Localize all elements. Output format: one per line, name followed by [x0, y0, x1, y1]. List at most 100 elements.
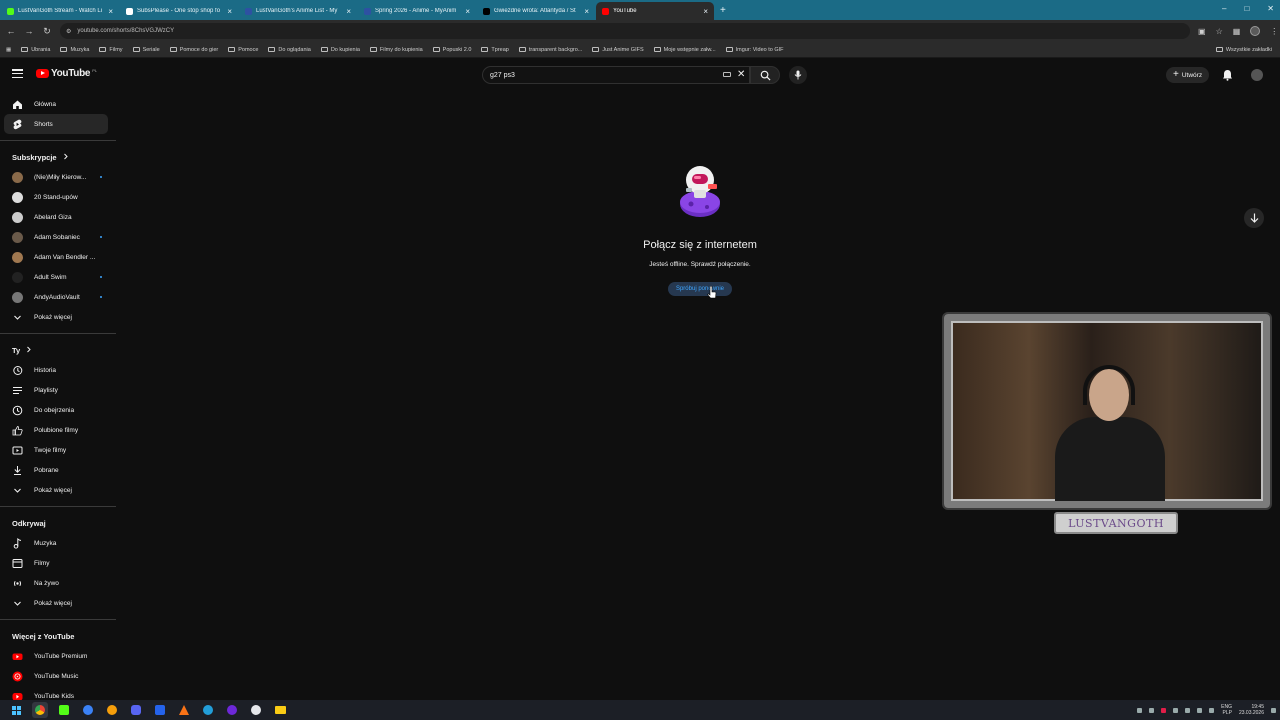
more-from-youtube-heading[interactable]: Więcej z YouTube — [0, 626, 116, 646]
sidebar-item-youtube-premium[interactable]: YouTube Premium — [4, 646, 108, 666]
language-indicator[interactable]: ENG PLP — [1221, 704, 1232, 716]
create-button[interactable]: + Utwórz — [1166, 67, 1210, 83]
system-clock[interactable]: 19:45 23.03.2026 — [1239, 704, 1264, 716]
bookmark-item[interactable]: Popuski 2.0 — [432, 47, 471, 53]
profile-icon[interactable] — [1250, 26, 1261, 36]
telegram-taskbar-icon[interactable] — [200, 702, 216, 718]
bookmark-item[interactable]: Seriale — [132, 47, 160, 53]
browser-taskbar-icon[interactable] — [80, 702, 96, 718]
all-bookmarks[interactable]: Wszystkie zakładki — [1215, 47, 1272, 53]
vlc-taskbar-icon[interactable] — [176, 702, 192, 718]
sidebar-subscription[interactable]: Adult Swim — [4, 267, 108, 287]
app3-taskbar-icon[interactable] — [248, 702, 264, 718]
browser-menu-icon[interactable]: ⋮ — [1270, 27, 1278, 36]
tray-app-icon[interactable] — [1161, 707, 1167, 713]
sidebar-item-movies[interactable]: Filmy — [4, 553, 108, 573]
sidebar-item-watch-later[interactable]: Do obejrzenia — [4, 400, 108, 420]
search-input[interactable]: g27 ps3 ✕ — [482, 66, 750, 84]
sidebar-subscription[interactable]: 20 Stand-upów — [4, 187, 108, 207]
bookmark-item[interactable]: Pomoce — [228, 47, 258, 53]
tray-app-icon[interactable] — [1173, 707, 1179, 713]
sidebar-subscription[interactable]: Abelard Giza — [4, 207, 108, 227]
site-info-icon[interactable]: ⚙ — [66, 28, 71, 35]
bookmark-item[interactable]: Do oglądania — [268, 47, 311, 53]
extensions-icon[interactable]: ▦ — [1233, 27, 1241, 36]
obs-taskbar-icon[interactable] — [224, 702, 240, 718]
sidebar-item-music[interactable]: Muzyka — [4, 533, 108, 553]
bookmark-item[interactable]: Ubrania — [21, 47, 50, 53]
back-icon[interactable]: ← — [4, 26, 18, 36]
sidebar-item-your-videos[interactable]: Twoje filmy — [4, 440, 108, 460]
sidebar-item-youtube-music[interactable]: YouTube Music — [4, 666, 108, 686]
close-tab-icon[interactable]: × — [346, 7, 351, 16]
close-tab-icon[interactable]: × — [108, 7, 113, 16]
bookmark-item[interactable]: transparent backgro... — [518, 47, 582, 53]
minimize-icon[interactable]: – — [1222, 4, 1226, 13]
retry-button[interactable]: Spróbuj ponownie — [667, 282, 733, 296]
explore-heading[interactable]: Odkrywaj — [0, 513, 116, 533]
network-icon[interactable] — [1197, 707, 1203, 713]
close-window-icon[interactable]: ✕ — [1267, 4, 1274, 13]
show-more-button[interactable]: Pokaż więcej — [4, 307, 108, 327]
bookmark-item[interactable]: Just Anime GIFS — [592, 47, 644, 53]
browser-tab[interactable]: LustVanGoth's Anime List - My × — [239, 2, 357, 20]
app2-taskbar-icon[interactable] — [152, 702, 168, 718]
bookmark-item[interactable]: Do kupienia — [320, 47, 360, 53]
maximize-icon[interactable]: □ — [1244, 4, 1249, 13]
address-bar[interactable]: ⚙ youtube.com/shorts/8ChsVGJWzCY — [60, 23, 1190, 39]
sidebar-item-history[interactable]: Historia — [4, 360, 108, 380]
youtube-logo[interactable]: YouTube PL — [36, 68, 97, 79]
you-heading[interactable]: Ty — [0, 340, 116, 360]
browser-tab[interactable]: Spring 2026 - Anime - MyAnim × — [358, 2, 476, 20]
clear-search-icon[interactable]: ✕ — [737, 69, 745, 80]
menu-icon[interactable] — [12, 69, 23, 78]
account-avatar[interactable] — [1251, 69, 1263, 81]
sidebar-subscription[interactable]: Adam Van Bendler ... — [4, 247, 108, 267]
volume-icon[interactable] — [1209, 707, 1215, 713]
kick-taskbar-icon[interactable] — [56, 702, 72, 718]
search-button[interactable] — [750, 66, 780, 84]
file-explorer-taskbar-icon[interactable] — [272, 702, 288, 718]
close-tab-icon[interactable]: × — [703, 7, 708, 16]
tray-app-icon[interactable] — [1149, 707, 1155, 713]
bookmark-item[interactable]: Muzyka — [60, 47, 89, 53]
browser-tab[interactable]: SubsPlease - One stop shop fo × — [120, 2, 238, 20]
apps-icon[interactable]: ▦ — [6, 47, 11, 53]
keyboard-icon[interactable] — [723, 72, 731, 77]
forward-icon[interactable]: → — [22, 26, 36, 36]
sidebar-item-live[interactable]: Na żywo — [4, 573, 108, 593]
sidebar-item-download[interactable]: Pobrane — [4, 460, 108, 480]
sidebar-subscription[interactable]: Adam Sobaniec — [4, 227, 108, 247]
tray-app-icon[interactable] — [1137, 707, 1143, 713]
browser-tab[interactable]: LustVanGoth Stream - Watch Li × — [1, 2, 119, 20]
scroll-down-button[interactable] — [1244, 208, 1264, 228]
tray-app-icon[interactable] — [1185, 707, 1191, 713]
close-tab-icon[interactable]: × — [584, 7, 589, 16]
bookmark-item[interactable]: Pomoce do gier — [169, 47, 218, 53]
bookmark-item[interactable]: Tpreap — [481, 47, 509, 53]
bookmark-item[interactable]: Filmy do kupienia — [369, 47, 423, 53]
bookmark-item[interactable]: Moje wstępnie załw... — [653, 47, 716, 53]
chrome-taskbar-icon[interactable] — [32, 702, 48, 718]
sidebar-item-playlist[interactable]: Playlisty — [4, 380, 108, 400]
show-more-button[interactable]: Pokaż więcej — [4, 480, 108, 500]
show-more-button[interactable]: Pokaż więcej — [4, 593, 108, 613]
sidebar-subscription[interactable]: (Nie)Miły Kierow... — [4, 167, 108, 187]
notification-center-icon[interactable] — [1271, 707, 1276, 713]
subscriptions-heading[interactable]: Subskrypcje — [0, 147, 116, 167]
new-tab-icon[interactable]: + — [714, 2, 732, 20]
sidebar-item-shorts[interactable]: Shorts — [4, 114, 108, 134]
reload-icon[interactable]: ↻ — [40, 26, 54, 37]
discord-taskbar-icon[interactable] — [128, 702, 144, 718]
bookmark-item[interactable]: Imgur: Video to GIF — [725, 47, 784, 53]
app-taskbar-icon[interactable] — [104, 702, 120, 718]
bookmark-item[interactable]: Filmy — [99, 47, 123, 53]
voice-search-button[interactable] — [789, 66, 807, 84]
sidebar-subscription[interactable]: AndyAudioVault — [4, 287, 108, 307]
browser-tab[interactable]: Gwiezdne wrota: Atlantyda / St × — [477, 2, 595, 20]
close-tab-icon[interactable]: × — [465, 7, 470, 16]
sidebar-item-like[interactable]: Polubione filmy — [4, 420, 108, 440]
notifications-button[interactable] — [1222, 68, 1233, 86]
star-icon[interactable]: ☆ — [1216, 27, 1223, 36]
browser-tab[interactable]: YouTube × — [596, 2, 714, 20]
